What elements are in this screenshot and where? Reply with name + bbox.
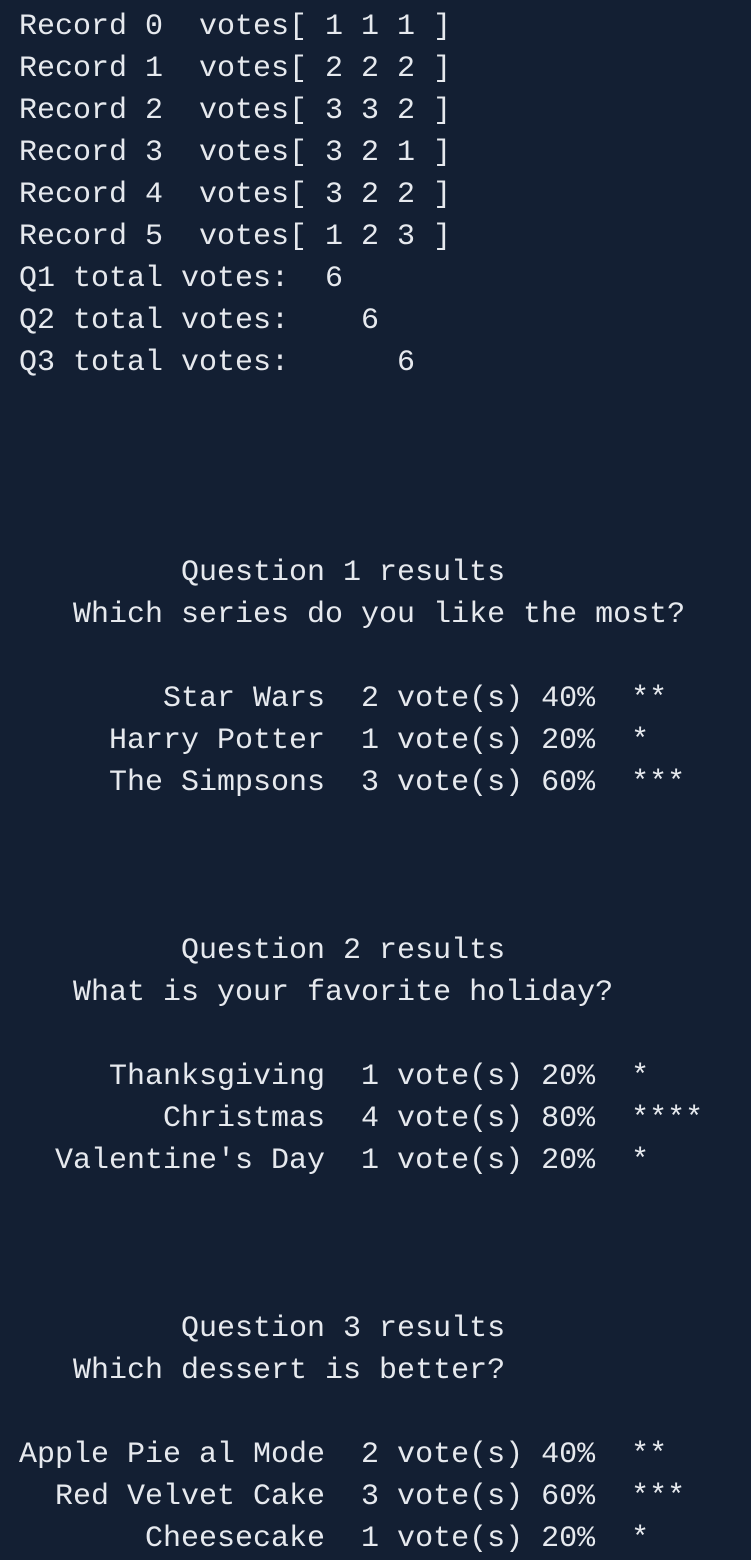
option-row: Red Velvet Cake 3 vote(s) 60% *** (19, 1480, 686, 1514)
totals-block: Q1 total votes: 6 Q2 total votes: 6 Q3 tot… (19, 258, 751, 384)
option-row: Apple Pie al Mode 2 vote(s) 40% ** (19, 1438, 668, 1472)
option-row: Christmas 4 vote(s) 80% **** (19, 1102, 704, 1136)
question-prompt: Which series do you like the most? (19, 598, 686, 632)
total-line: Q3 total votes: 6 (19, 346, 416, 380)
record-line: Record 4 votes[ 3 2 2 ] (19, 178, 452, 212)
terminal-output: Record 0 votes[ 1 1 1 ] Record 1 votes[ 2… (0, 0, 751, 1556)
question-prompt: What is your favorite holiday? (19, 976, 614, 1010)
question-3-block: Question 3 results Which dessert is bett… (19, 1308, 751, 1560)
option-row: Star Wars 2 vote(s) 40% ** (19, 682, 668, 716)
question-title: Question 3 results (19, 1312, 506, 1346)
question-title: Question 2 results (19, 934, 506, 968)
total-line: Q2 total votes: 6 (19, 304, 380, 338)
question-2-block: Question 2 results What is your favorite… (19, 930, 751, 1182)
option-row: Thanksgiving 1 vote(s) 20% * (19, 1060, 650, 1094)
option-row: Valentine's Day 1 vote(s) 20% * (19, 1144, 650, 1178)
record-line: Record 5 votes[ 1 2 3 ] (19, 220, 452, 254)
record-line: Record 3 votes[ 3 2 1 ] (19, 136, 452, 170)
records-block: Record 0 votes[ 1 1 1 ] Record 1 votes[ 2… (19, 6, 751, 258)
record-line: Record 2 votes[ 3 3 2 ] (19, 94, 452, 128)
total-line: Q1 total votes: 6 (19, 262, 344, 296)
question-1-block: Question 1 results Which series do you l… (19, 552, 751, 804)
question-prompt: Which dessert is better? (19, 1354, 506, 1388)
question-title: Question 1 results (19, 556, 506, 590)
option-row: Cheesecake 1 vote(s) 20% * (19, 1522, 650, 1556)
record-line: Record 0 votes[ 1 1 1 ] (19, 10, 452, 44)
option-row: The Simpsons 3 vote(s) 60% *** (19, 766, 686, 800)
option-row: Harry Potter 1 vote(s) 20% * (19, 724, 650, 758)
record-line: Record 1 votes[ 2 2 2 ] (19, 52, 452, 86)
